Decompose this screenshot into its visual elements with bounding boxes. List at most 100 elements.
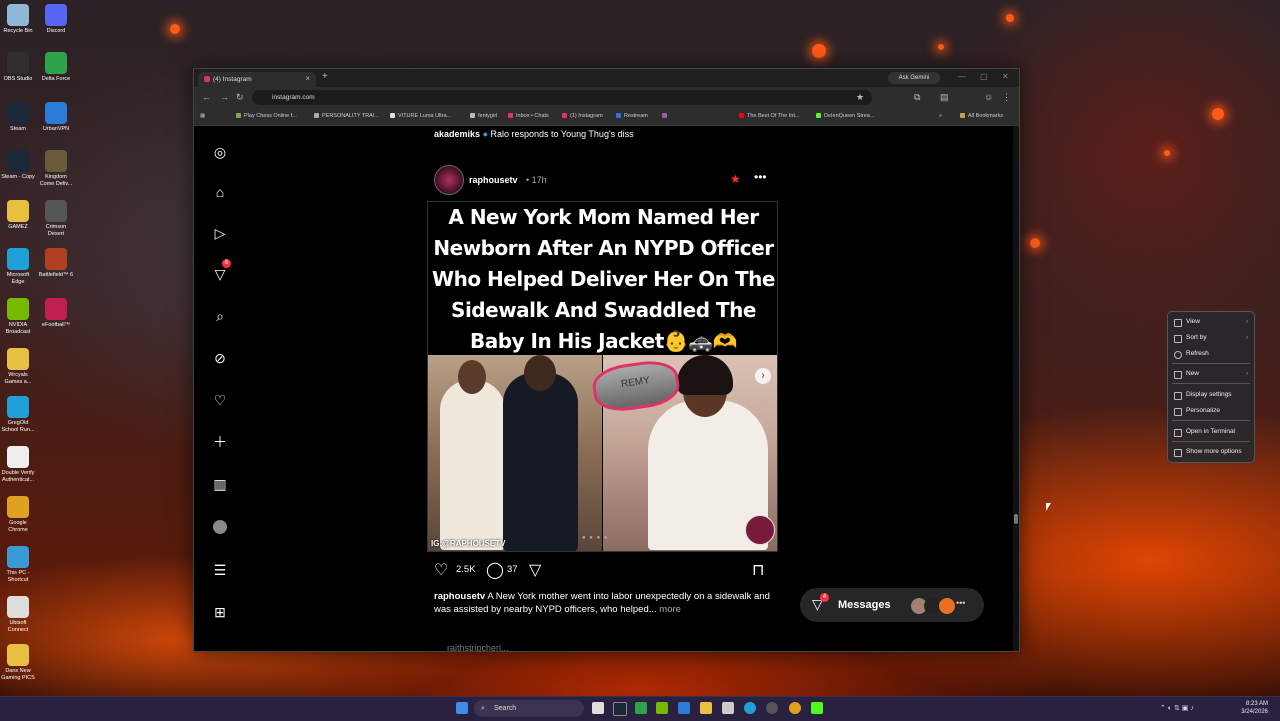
sidebar-icon[interactable]: ▤ — [940, 92, 949, 103]
start-icon[interactable] — [456, 702, 468, 714]
bookmark-item[interactable]: Restream — [616, 113, 648, 119]
post-username[interactable]: raphousetv — [469, 175, 518, 185]
steam-taskbar-icon[interactable] — [613, 702, 627, 716]
messages-button[interactable]: ▽ 4 Messages ••• — [800, 588, 984, 622]
desktop-icon[interactable]: Delta Force — [38, 52, 74, 83]
bookmark-item[interactable]: fentygirl — [470, 113, 497, 119]
bookmark-item[interactable] — [662, 113, 670, 119]
menu-item-show-more-options[interactable]: Show more options — [1186, 448, 1242, 455]
save-icon[interactable]: ⊓ — [752, 560, 764, 580]
desktop-icon[interactable]: Wrcyals Games a... — [0, 348, 36, 386]
desktop-icon[interactable]: Battlefield™ 6 — [38, 248, 74, 279]
menu-item-open-in-terminal[interactable]: Open in Terminal — [1186, 428, 1235, 435]
kick-taskbar-icon[interactable] — [811, 702, 823, 714]
star-icon[interactable]: ★ — [856, 92, 864, 103]
desktop-icon[interactable]: Dans New Gaming PICS — [0, 644, 36, 682]
post-media[interactable]: A New York Mom Named Her Newborn After A… — [427, 201, 778, 552]
desktop-icon[interactable]: Google Chrome — [0, 496, 36, 534]
file-explorer-icon[interactable] — [700, 702, 712, 714]
task-view-icon[interactable] — [592, 702, 604, 714]
desktop-icon[interactable]: Steam — [0, 102, 36, 133]
desktop-icon[interactable]: Ubisoft Connect — [0, 596, 36, 634]
desktop-icon[interactable]: UrbanVPN — [38, 102, 74, 133]
system-tray-icons[interactable]: ⌃ ◐ ⇅ ▣ ♪ — [1160, 704, 1194, 712]
minimize-icon[interactable]: — — [958, 72, 966, 81]
notepad-icon[interactable] — [722, 702, 734, 714]
favorite-star-icon[interactable]: ★ — [730, 172, 741, 186]
desktop-icon[interactable]: Crimson Desert — [38, 200, 74, 238]
bookmark-item[interactable]: VITURE Luma Ultra... — [390, 113, 451, 119]
profile-avatar[interactable] — [210, 516, 230, 536]
taskbar-clock[interactable]: 8:23 AM 3/24/2026 — [1241, 700, 1268, 716]
desktop-icon[interactable]: OBS Studio — [0, 52, 36, 83]
menu-item-sort-by[interactable]: Sort by — [1186, 334, 1207, 341]
comment-icon[interactable]: ◯ — [486, 560, 504, 580]
desktop-icon[interactable]: Microsoft Edge — [0, 248, 36, 286]
post-author-avatar[interactable] — [434, 165, 464, 195]
close-tab-icon[interactable]: × — [305, 74, 310, 83]
apps-icon[interactable]: ▦ — [200, 113, 205, 119]
all-bookmarks[interactable]: All Bookmarks — [960, 113, 1003, 119]
instagram-logo-icon[interactable]: ◎ — [210, 142, 230, 162]
ask-gemini-button[interactable]: Ask Gemini — [888, 72, 940, 84]
also-from-meta-icon[interactable]: ⊞ — [210, 602, 230, 622]
bookmark-item[interactable]: The Best Of The Int... — [739, 113, 799, 119]
forward-icon[interactable]: → — [220, 92, 229, 102]
like-icon[interactable]: ♡ — [434, 560, 448, 580]
bookmark-item[interactable]: DeIenQueen Strea... — [816, 113, 874, 119]
menu-item-refresh[interactable]: Refresh — [1186, 350, 1209, 357]
heart-icon[interactable]: ♡ — [210, 390, 230, 410]
bookmark-item[interactable]: PERSONALITY TRAI... — [314, 113, 379, 119]
maximize-icon[interactable]: ▢ — [980, 72, 988, 81]
delta-force-taskbar-icon[interactable] — [635, 702, 647, 714]
close-window-icon[interactable]: ✕ — [1002, 72, 1009, 81]
menu-icon[interactable]: ⋮ — [1002, 92, 1011, 103]
home-icon[interactable]: ⌂ — [210, 182, 230, 202]
reels-icon[interactable]: ▷ — [210, 223, 230, 243]
address-bar[interactable]: instagram.com — [252, 90, 872, 105]
direct-icon[interactable]: ▽ 6 — [210, 259, 231, 284]
back-icon[interactable]: ← — [202, 92, 211, 102]
dashboard-icon[interactable]: ▥ — [210, 474, 230, 494]
urbanvpn-taskbar-icon[interactable] — [678, 702, 690, 714]
share-icon[interactable]: ▽ — [529, 560, 541, 580]
extensions-icon[interactable]: ⧉ — [914, 92, 920, 103]
desktop-icon[interactable]: GregOld School Run... — [0, 396, 36, 434]
menu-item-view[interactable]: View — [1186, 318, 1200, 325]
bookmark-item[interactable]: (1) Instagram — [562, 113, 603, 119]
scrollbar-thumb[interactable] — [1014, 514, 1018, 524]
page-scrollbar[interactable] — [1013, 126, 1019, 651]
reload-icon[interactable]: ↻ — [236, 92, 244, 103]
search-icon[interactable]: ⌕ — [210, 306, 230, 326]
caption-more-link[interactable]: more — [659, 604, 681, 615]
desktop-icon[interactable]: Double Verify Authenticat... — [0, 446, 36, 484]
bookmark-item[interactable]: Inbox • Chats — [508, 113, 549, 119]
desktop-icon[interactable]: Kingdom Come Deliv... — [38, 150, 74, 188]
bookmark-item[interactable]: Play Chess Online f... — [236, 113, 297, 119]
post-options-icon[interactable]: ••• — [754, 170, 767, 184]
caption-username[interactable]: raphousetv — [434, 591, 485, 602]
desktop-icon[interactable]: Steam - Copy — [0, 150, 36, 181]
more-menu-icon[interactable]: ☰ — [210, 560, 230, 580]
explore-icon[interactable]: ⊘ — [210, 348, 230, 368]
chrome-taskbar-icon[interactable] — [789, 702, 801, 714]
bookmarks-overflow-icon[interactable]: » — [939, 113, 942, 119]
desktop-icon[interactable]: NVIDIA Broadcast — [0, 298, 36, 336]
menu-item-new[interactable]: New — [1186, 370, 1199, 377]
obs-taskbar-icon[interactable] — [766, 702, 778, 714]
menu-item-display-settings[interactable]: Display settings — [1186, 391, 1232, 398]
desktop-icon[interactable]: eFootball™ — [38, 298, 74, 329]
new-tab-icon[interactable]: + — [322, 71, 328, 82]
nvidia-taskbar-icon[interactable] — [656, 702, 668, 714]
taskbar-search[interactable]: ⌕ Search — [474, 700, 584, 717]
create-icon[interactable]: ＋ — [210, 432, 230, 452]
tab-instagram[interactable]: (4) Instagram × — [198, 72, 316, 87]
previous-post-username[interactable]: akademiks — [434, 129, 480, 139]
desktop-icon[interactable]: Discord — [38, 4, 74, 35]
next-post-username[interactable]: raithstripcheri... — [447, 643, 509, 651]
desktop-icon[interactable]: Recycle Bin — [0, 4, 36, 35]
desktop-icon[interactable]: GAMEZ — [0, 200, 36, 231]
edge-taskbar-icon[interactable] — [744, 702, 756, 714]
menu-item-personalize[interactable]: Personalize — [1186, 407, 1220, 414]
desktop-icon[interactable]: This PC - Shortcut — [0, 546, 36, 584]
